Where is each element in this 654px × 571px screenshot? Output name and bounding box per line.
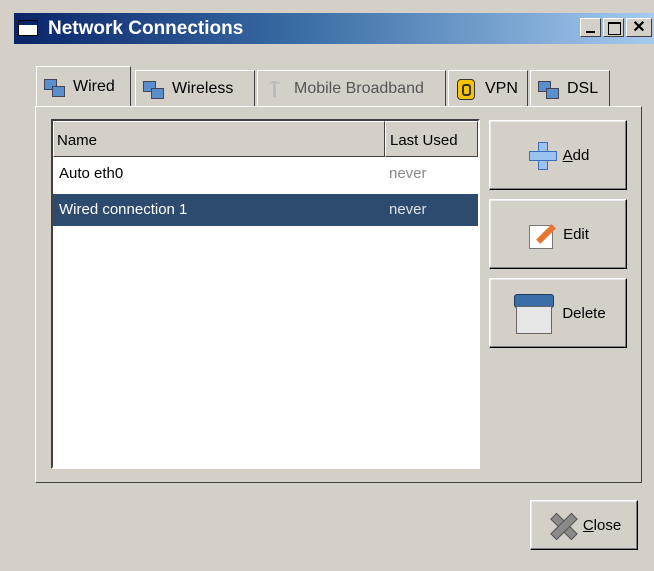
close-x-icon bbox=[547, 510, 577, 540]
tab-label: Wireless bbox=[172, 79, 234, 97]
maximize-button[interactable] bbox=[603, 18, 624, 37]
tab-label: Mobile Broadband bbox=[294, 79, 424, 97]
connection-last-used: never bbox=[389, 201, 427, 218]
title-bar[interactable]: Network Connections ✕ bbox=[14, 13, 654, 44]
column-header-name[interactable]: Name bbox=[53, 121, 385, 157]
mobile-broadband-icon bbox=[264, 79, 286, 99]
list-item[interactable]: Auto eth0 never bbox=[53, 158, 478, 190]
wired-network-icon bbox=[43, 77, 65, 97]
vpn-lock-icon bbox=[455, 78, 477, 100]
add-button-label: Add bbox=[562, 146, 590, 164]
window-title: Network Connections bbox=[48, 18, 244, 39]
tab-wireless[interactable]: Wireless bbox=[135, 70, 255, 106]
close-button[interactable]: Close bbox=[530, 500, 638, 550]
pencil-icon bbox=[527, 219, 557, 249]
delete-button-label: Delete bbox=[562, 304, 606, 322]
tab-label: DSL bbox=[567, 79, 599, 97]
edit-button-label: Edit bbox=[563, 225, 589, 243]
column-header-last-used[interactable]: Last Used bbox=[385, 121, 478, 157]
tab-wired[interactable]: Wired bbox=[36, 66, 131, 106]
list-header: Name Last Used bbox=[53, 121, 478, 157]
tab-dsl[interactable]: DSL bbox=[530, 70, 610, 106]
edit-button[interactable]: Edit bbox=[489, 199, 627, 269]
list-item-selected[interactable]: Wired connection 1 never bbox=[53, 194, 478, 226]
connection-name: Wired connection 1 bbox=[59, 201, 188, 218]
dsl-network-icon bbox=[537, 79, 559, 99]
minimize-button[interactable] bbox=[580, 18, 601, 37]
tab-label: VPN bbox=[485, 79, 518, 97]
wireless-network-icon bbox=[142, 79, 164, 99]
connection-last-used: never bbox=[389, 165, 427, 182]
close-button-label: Close bbox=[582, 516, 622, 534]
connections-list[interactable]: Name Last Used Auto eth0 never Wired con… bbox=[51, 119, 480, 469]
window-close-button[interactable]: ✕ bbox=[626, 18, 652, 37]
plus-icon bbox=[527, 140, 557, 170]
tab-label: Wired bbox=[73, 77, 115, 95]
tab-vpn[interactable]: VPN bbox=[448, 70, 528, 106]
trash-icon bbox=[510, 290, 556, 336]
network-connections-window: Network Connections ✕ Wired Wireless Mob… bbox=[0, 0, 654, 571]
delete-button[interactable]: Delete bbox=[489, 278, 627, 348]
tab-mobile-broadband[interactable]: Mobile Broadband bbox=[257, 70, 446, 106]
add-button[interactable]: Add bbox=[489, 120, 627, 190]
connection-name: Auto eth0 bbox=[59, 165, 124, 182]
window-icon bbox=[18, 20, 38, 36]
